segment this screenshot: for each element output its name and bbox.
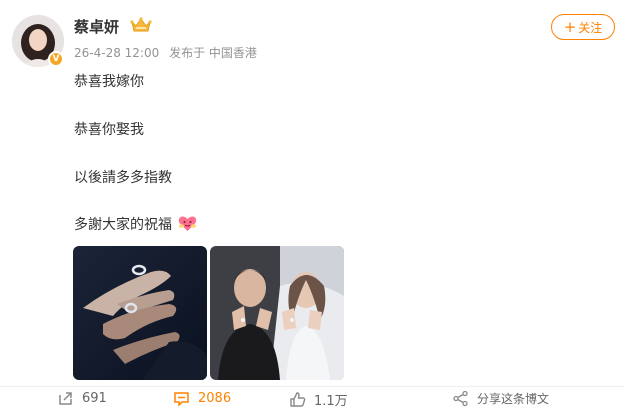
post-text-line-last: 多謝大家的祝福 [74,214,197,234]
user-name[interactable]: 蔡卓妍 [74,16,119,37]
comment-button[interactable]: 2086 [173,390,231,407]
comment-icon [174,392,189,407]
share-icon [453,390,468,407]
post-meta: 26-4-28 12:00 发布于 中国香港 [74,44,263,61]
post-source: 发布于 中国香港 [169,46,257,60]
like-button[interactable]: 1.1万 [289,390,348,409]
post-footer: 691 2086 1.1万 分享这条博文 [0,386,624,409]
share-label: 分享这条博文 [477,392,550,406]
follow-button[interactable]: + 关注 [551,14,615,40]
repost-button[interactable]: 691 [57,390,107,407]
post-text-line: 恭喜我嫁你 [74,74,144,90]
like-count: 1.1万 [314,394,348,409]
post-text-line: 恭喜你娶我 [74,122,144,138]
crown-icon [130,17,152,32]
share-button[interactable]: 分享这条博文 [452,390,549,407]
repost-count: 691 [82,391,107,406]
hug-emoji-icon [178,216,197,231]
repost-icon [59,392,72,405]
couple-wedding-photo[interactable] [210,246,344,380]
comment-count: 2086 [198,391,232,406]
avatar[interactable]: V [12,15,64,67]
follow-label: 关注 [578,20,603,35]
hands-rings-photo[interactable] [73,246,207,380]
weibo-post: V 蔡卓妍 26-4-28 12:00 发布于 中国香港 + 关注 恭喜我嫁你 … [0,0,624,409]
post-text: 多謝大家的祝福 [74,217,172,233]
plus-icon: + [563,17,577,36]
verified-badge-icon: V [48,51,64,67]
post-date[interactable]: 26-4-28 12:00 [74,46,159,60]
thumbs-up-icon [290,392,306,407]
post-text-line: 以後請多多指教 [74,170,172,186]
